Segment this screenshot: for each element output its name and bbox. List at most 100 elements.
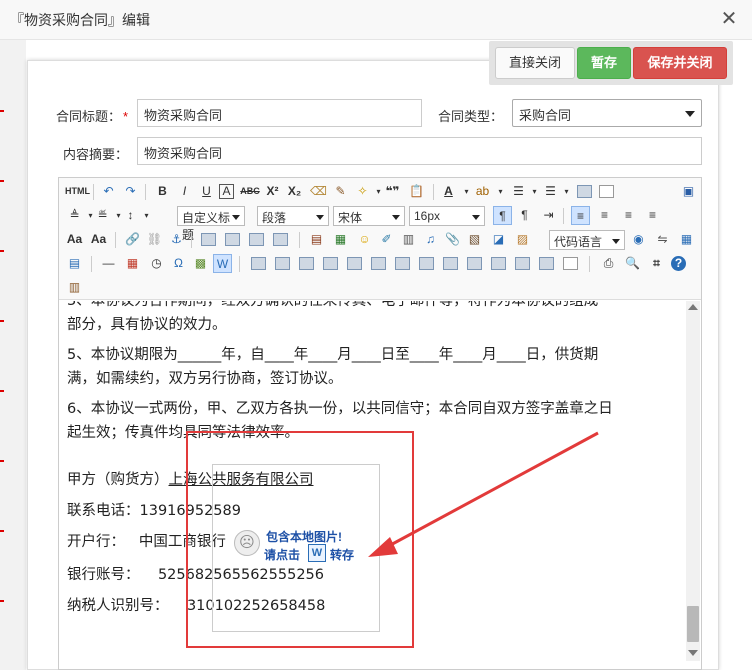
- format-brush-icon[interactable]: ✎: [331, 182, 350, 201]
- align-right-icon[interactable]: ≡: [619, 206, 638, 225]
- font-color-icon[interactable]: A: [439, 182, 458, 201]
- editor-toolbar: HTML ↶ ↷ B I U A ABC X² X₂ ⌫ ✎ ✧ ▾ ❝❞ 📋 …: [59, 178, 701, 300]
- summary-input[interactable]: 物资采购合同: [137, 137, 702, 165]
- insert-code-icon[interactable]: ▤: [65, 254, 84, 273]
- merge-right-icon[interactable]: [443, 257, 458, 270]
- word-image-transfer-icon[interactable]: W: [213, 254, 232, 273]
- link-icon[interactable]: 🔗: [123, 230, 142, 249]
- editor-scrollbar[interactable]: [686, 301, 700, 661]
- print-icon[interactable]: ⎙: [599, 254, 618, 273]
- special-chars-icon[interactable]: Ω: [169, 254, 188, 273]
- date-icon[interactable]: ▦: [123, 254, 142, 273]
- direct-close-button[interactable]: 直接关闭: [495, 47, 575, 79]
- template-icon[interactable]: ▨: [513, 230, 532, 249]
- word-image-icon[interactable]: ▩: [191, 254, 210, 273]
- horizontal-rule-icon[interactable]: —: [99, 254, 118, 273]
- anchor-icon[interactable]: ⚓: [167, 230, 186, 249]
- italic-icon[interactable]: I: [175, 182, 194, 201]
- custom-title-select[interactable]: 自定义标题: [177, 206, 245, 242]
- insert-col-icon[interactable]: [323, 257, 338, 270]
- map-icon[interactable]: ▦: [677, 230, 696, 249]
- paste-plain-icon[interactable]: 📋: [407, 182, 426, 201]
- font-size-select[interactable]: 16px: [409, 206, 485, 226]
- bold-icon[interactable]: B: [153, 182, 172, 201]
- web-picture-icon[interactable]: ◪: [489, 230, 508, 249]
- font-border-icon[interactable]: A: [219, 184, 234, 199]
- lowercase-icon[interactable]: Aa: [65, 230, 84, 249]
- image-none-icon[interactable]: [201, 233, 216, 246]
- indent-icon[interactable]: ⇥: [539, 206, 558, 225]
- delete-table-icon[interactable]: [275, 257, 290, 270]
- insert-frame-icon[interactable]: ▧: [465, 230, 484, 249]
- scrollbar-thumb[interactable]: [687, 606, 699, 642]
- blockquote-icon[interactable]: ❝❞: [383, 182, 402, 201]
- chevron-down-icon[interactable]: ▾: [137, 206, 156, 225]
- split-cells-icon[interactable]: [371, 257, 386, 270]
- rtl-direction-icon[interactable]: ¶: [515, 206, 534, 225]
- underline-icon[interactable]: U: [197, 182, 216, 201]
- save-draft-button[interactable]: 暂存: [577, 47, 631, 79]
- image-center-icon[interactable]: [273, 233, 288, 246]
- attachment-icon[interactable]: 📎: [443, 230, 462, 249]
- search-replace-icon[interactable]: ⌗: [647, 254, 666, 273]
- uppercase-icon[interactable]: Aa: [89, 230, 108, 249]
- split-cols-icon[interactable]: [515, 257, 530, 270]
- strikethrough-icon[interactable]: ABC: [239, 182, 261, 201]
- ltr-direction-icon[interactable]: ¶: [493, 206, 512, 225]
- align-left-icon[interactable]: ≡: [571, 206, 590, 225]
- music-icon[interactable]: ♫: [421, 230, 440, 249]
- insert-table-icon[interactable]: [251, 257, 266, 270]
- content-line: 部分，具有协议的效力。: [67, 317, 227, 333]
- undo-icon[interactable]: ↶: [99, 182, 118, 201]
- subscript-icon[interactable]: X₂: [285, 182, 304, 201]
- fullscreen-icon[interactable]: ▣: [679, 182, 698, 201]
- chevron-down-icon[interactable]: ▾: [491, 182, 510, 201]
- scroll-up-icon[interactable]: [688, 304, 698, 310]
- unlink-icon[interactable]: ⛓: [145, 230, 164, 249]
- paragraph-format-select[interactable]: 段落: [257, 206, 329, 226]
- insert-video-icon[interactable]: ▥: [399, 230, 418, 249]
- delete-col-icon[interactable]: [419, 257, 434, 270]
- insert-image-icon[interactable]: ▦: [331, 230, 350, 249]
- contract-title-input[interactable]: 物资采购合同: [137, 99, 422, 127]
- background-icon[interactable]: ◉: [629, 230, 648, 249]
- table-props-icon[interactable]: [539, 257, 554, 270]
- save-and-close-button[interactable]: 保存并关闭: [633, 47, 727, 79]
- edit-dialog: 『物资采购合同』编辑 ✕ 直接关闭 暂存 保存并关闭 合同标题： * 物资采购合同…: [0, 0, 752, 670]
- image-right-icon[interactable]: [249, 233, 264, 246]
- code-language-select[interactable]: 代码语言: [549, 230, 625, 250]
- split-rows-icon[interactable]: [491, 257, 506, 270]
- page-break-icon[interactable]: ⇋: [653, 230, 672, 249]
- time-icon[interactable]: ◷: [147, 254, 166, 273]
- insert-row-icon[interactable]: [299, 257, 314, 270]
- highlight-color-icon[interactable]: ab: [473, 182, 492, 201]
- content-line: 6、本协议一式两份，甲、乙双方各执一份，以共同信守；本合同自双方签字盖章之日: [67, 401, 613, 417]
- eraser-icon[interactable]: ⌫: [309, 182, 328, 201]
- scrawl-icon[interactable]: ✐: [377, 230, 396, 249]
- image-left-icon[interactable]: [225, 233, 240, 246]
- contract-type-label: 合同类型：: [438, 109, 504, 124]
- chevron-down-icon: [685, 111, 695, 117]
- merge-down-icon[interactable]: [467, 257, 482, 270]
- help-icon[interactable]: ?: [671, 256, 686, 271]
- merge-cells-icon[interactable]: [347, 257, 362, 270]
- required-mark: *: [123, 109, 129, 124]
- emoticon-icon[interactable]: ☺: [355, 230, 374, 249]
- simple-upload-icon[interactable]: ▤: [307, 230, 326, 249]
- align-justify-icon[interactable]: ≡: [643, 206, 662, 225]
- chart-icon[interactable]: [563, 257, 578, 270]
- preview-icon[interactable]: 🔍: [623, 254, 642, 273]
- draft-icon[interactable]: ▥: [65, 278, 84, 297]
- clear-document-icon[interactable]: [599, 185, 614, 198]
- select-all-icon[interactable]: [577, 185, 592, 198]
- chevron-down-icon[interactable]: ▾: [557, 182, 576, 201]
- delete-row-icon[interactable]: [395, 257, 410, 270]
- align-center-icon[interactable]: ≡: [595, 206, 614, 225]
- superscript-icon[interactable]: X²: [263, 182, 282, 201]
- close-icon[interactable]: ✕: [718, 6, 740, 32]
- scroll-down-icon[interactable]: [688, 650, 698, 656]
- redo-icon[interactable]: ↷: [121, 182, 140, 201]
- font-family-select[interactable]: 宋体: [333, 206, 405, 226]
- html-source-icon[interactable]: HTML: [65, 182, 90, 201]
- contract-type-select[interactable]: 采购合同: [512, 99, 702, 127]
